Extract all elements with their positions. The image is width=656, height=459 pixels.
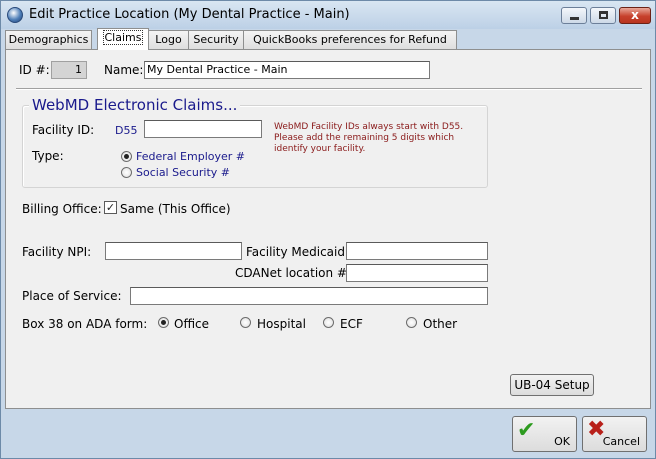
facility-npi-label: Facility NPI:	[22, 245, 92, 259]
radio-ecf-label[interactable]: ECF	[340, 317, 363, 331]
billing-office-label: Billing Office:	[22, 202, 102, 216]
ok-button[interactable]: ✔ OK	[512, 416, 577, 452]
facility-id-field[interactable]	[144, 120, 262, 138]
radio-hospital[interactable]	[240, 317, 251, 328]
facility-medicaid-field[interactable]	[346, 242, 488, 260]
name-field[interactable]: My Dental Practice - Main	[144, 61, 430, 79]
tab-quickbooks-refund[interactable]: QuickBooks preferences for Refund	[243, 30, 457, 49]
title-bar[interactable]: Edit Practice Location (My Dental Practi…	[1, 1, 655, 29]
radio-other[interactable]	[406, 317, 417, 328]
webmd-group-title: WebMD Electronic Claims...	[29, 96, 241, 114]
checkmark-icon: ✔	[517, 418, 536, 443]
tab-logo[interactable]: Logo	[148, 30, 189, 49]
id-field: 1	[51, 61, 87, 79]
cancel-button[interactable]: ✖ Cancel	[582, 416, 647, 452]
billing-same-label[interactable]: Same (This Office)	[120, 202, 231, 216]
window-title: Edit Practice Location (My Dental Practi…	[29, 7, 350, 22]
box38-label: Box 38 on ADA form:	[22, 317, 148, 331]
check-icon: ✓	[105, 201, 116, 214]
radio-ecf[interactable]	[323, 317, 334, 328]
minimize-icon	[570, 17, 579, 20]
radio-office[interactable]	[158, 317, 169, 328]
close-icon: x	[631, 8, 639, 22]
place-of-service-label: Place of Service:	[22, 289, 122, 303]
claims-panel: ID #: 1 Name: My Dental Practice - Main …	[5, 49, 651, 409]
radio-federal-employer-label[interactable]: Federal Employer #	[136, 150, 245, 163]
cdanet-location-field[interactable]	[346, 264, 488, 282]
dialog-window: Edit Practice Location (My Dental Practi…	[0, 0, 656, 459]
facility-id-prefix: D55	[115, 124, 138, 137]
name-label: Name:	[104, 63, 144, 77]
radio-social-security-label[interactable]: Social Security #	[136, 166, 230, 179]
facility-id-note: WebMD Facility IDs always start with D55…	[274, 122, 464, 154]
tab-demographics[interactable]: Demographics	[5, 30, 92, 49]
tab-strip: Demographics Claims Logo Security QuickB…	[5, 28, 651, 50]
facility-id-label: Facility ID:	[32, 123, 95, 137]
ub04-setup-button[interactable]: UB-04 Setup	[510, 374, 594, 396]
radio-social-security[interactable]	[121, 167, 132, 178]
facility-medicaid-label: Facility Medicaid:	[246, 245, 350, 259]
type-label: Type:	[32, 149, 64, 163]
radio-office-label[interactable]: Office	[174, 317, 209, 331]
maximize-button[interactable]	[590, 7, 616, 24]
billing-same-checkbox[interactable]: ✓	[104, 201, 117, 214]
ok-label: OK	[554, 435, 570, 448]
radio-other-label[interactable]: Other	[423, 317, 457, 331]
facility-npi-field[interactable]	[105, 242, 242, 260]
close-button[interactable]: x	[619, 7, 651, 24]
radio-federal-employer[interactable]	[121, 151, 132, 162]
cdanet-location-label: CDANet location #:	[235, 266, 352, 280]
minimize-button[interactable]	[561, 7, 587, 24]
tab-claims[interactable]: Claims	[97, 28, 149, 50]
app-icon	[7, 7, 23, 23]
radio-hospital-label[interactable]: Hospital	[257, 317, 306, 331]
maximize-icon	[599, 11, 608, 19]
tab-security[interactable]: Security	[188, 30, 244, 49]
place-of-service-field[interactable]	[130, 287, 488, 305]
cancel-label: Cancel	[602, 435, 640, 448]
id-label: ID #:	[19, 63, 50, 77]
header-divider	[16, 88, 642, 90]
